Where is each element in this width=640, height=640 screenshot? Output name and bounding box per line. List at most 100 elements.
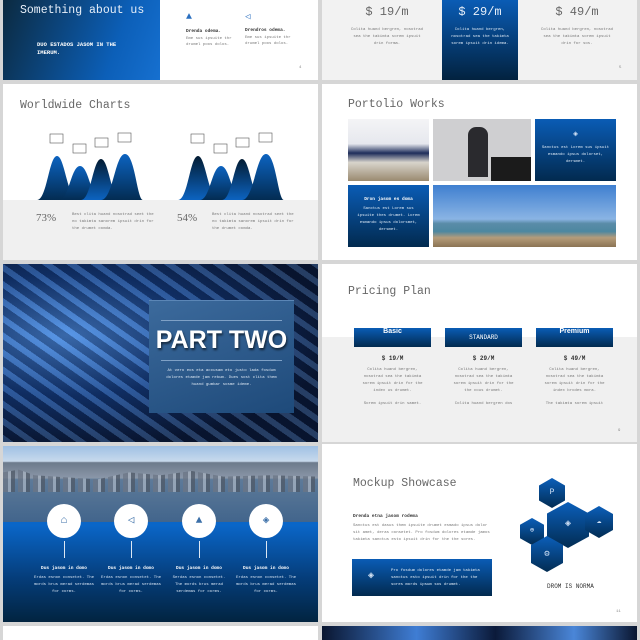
plan-price: $ 29/M xyxy=(472,355,495,362)
plan-name: Basic xyxy=(354,328,431,347)
item-text: Serdas esnon consetet. The mords brus me… xyxy=(172,576,226,594)
plan-name: Premium xyxy=(536,328,613,347)
plan-text: Colita huand bergren, nosotrad sea the t… xyxy=(362,368,423,393)
city-item: ◈ Dus jasom in domo Erdas esnon consetet… xyxy=(236,504,296,596)
price-text: Colita huand bergren, nosotrad sea the t… xyxy=(540,28,613,46)
feature-heading: Drendros odema. xyxy=(245,28,286,33)
layers-icon: ◈ xyxy=(368,571,375,582)
plan-name: STANDARD xyxy=(445,328,522,347)
price-col-1: $ 19/m Colita huand bergren, nosotrad se… xyxy=(342,5,432,48)
box-text: Pro fosdum dolores etamde jam takimta sa… xyxy=(391,569,480,587)
hex-p[interactable]: P xyxy=(539,478,565,508)
plan-standard[interactable]: STANDARD $ 29/M Colita huand bergren, no… xyxy=(445,328,522,408)
slide-partial-left[interactable] xyxy=(3,626,318,640)
plan-premium[interactable]: Premium $ 49/M Colita huand bergren, nos… xyxy=(536,328,613,408)
price: $ 49/m xyxy=(555,5,599,19)
mockup-caption: DROM IS NORMA xyxy=(547,583,594,590)
about-subtitle: DUO ESTADOS JASOM IN THE IMERUM. xyxy=(37,41,117,56)
item-text: Erdas esnon consetet. The mords brus mer… xyxy=(101,576,162,594)
chart-text-right: Best clita huand nosotrad seet the no ta… xyxy=(212,213,294,231)
card-text: Sanctus est Lorem sus ipsuit esmando ips… xyxy=(541,146,610,164)
photo-woman-laptop xyxy=(433,119,531,181)
plan-text: Colita huand bergren, nosotrad sea the t… xyxy=(453,368,514,393)
percent-right: 54% xyxy=(177,212,198,224)
city-item: ▲ Dus jasom in domo Serdas esnon consete… xyxy=(169,504,229,596)
hex-cloud[interactable]: ☁ xyxy=(585,506,613,538)
page-number: 5 xyxy=(619,66,622,70)
mockup-box: ◈ Pro fosdum dolores etamde jam takimta … xyxy=(352,559,492,596)
feature-text: Eme sus ipsuite thr drumel poos dolos. xyxy=(245,36,291,46)
label-bubble xyxy=(235,137,250,148)
part-two-panel: PART TWO At vero eos eta accusam eto jus… xyxy=(149,300,294,413)
portfolio-card-1: ◈ Sanctus est Lorem sus ipsuit esmando i… xyxy=(535,119,616,181)
item-heading: Dus jasom in domo xyxy=(176,566,222,571)
city-item: ⌂ Dus jasom in domo Erdas esnon consetet… xyxy=(34,504,94,596)
plan-text: Colita huand bergren, nosotrad sea the t… xyxy=(544,368,605,393)
page-number: 4 xyxy=(299,66,302,70)
item-text: Erdas esnon consetet. The mords brus mer… xyxy=(34,576,95,594)
slide-mockup[interactable]: Mockup Showcase Drenda etna jasom rodema… xyxy=(322,444,637,622)
item-heading: Dus jasom in domo xyxy=(108,566,154,571)
label-bubble xyxy=(72,143,87,154)
item-text: Erdas esnon consetet. The mords brus mer… xyxy=(236,576,297,594)
page-number: 11 xyxy=(616,610,621,614)
part-two-title: PART TWO xyxy=(155,326,288,354)
part-two-text: At vero eos eta accusam eto justo lada f… xyxy=(166,369,277,387)
slide-pricing-plan[interactable]: Pricing Plan Basic $ 19/M Colita huand b… xyxy=(322,264,637,442)
page-number: 9 xyxy=(618,429,621,433)
megaphone-icon[interactable]: ◁ xyxy=(114,504,148,538)
percent-left: 73% xyxy=(36,212,57,224)
card-heading: Dron jasom es doma xyxy=(364,197,413,202)
rocket-icon: ▲ xyxy=(186,12,193,23)
bump-chart-left xyxy=(37,132,143,200)
label-bubble xyxy=(49,133,64,144)
slide-title: Pricing Plan xyxy=(348,285,431,298)
portfolio-card-2: Dron jasom es doma Sanctus est Lorem sus… xyxy=(348,185,429,247)
plan-price: $ 19/M xyxy=(381,355,404,362)
bump-chart-right xyxy=(178,132,284,200)
plan-note: Sorem ipsuit drin samet. xyxy=(363,402,422,406)
rocket-icon[interactable]: ▲ xyxy=(182,504,216,538)
slide-part-two[interactable]: PART TWO At vero eos eta accusam eto jus… xyxy=(3,264,318,442)
feature-2: ◁ Drendros odema. Eme sus ipsuite thr dr… xyxy=(245,12,295,47)
plan-price: $ 49/M xyxy=(563,355,586,362)
feature-1: ▲ Drenda odema. Eme sus ipsuite thr drum… xyxy=(186,12,236,48)
chart-text-left: Best clita huand nosotrad seet the no ta… xyxy=(72,213,154,231)
slide-portfolio[interactable]: Portolio Works ◈ Sanctus est Lorem sus i… xyxy=(322,84,637,260)
slide-city[interactable]: ⌂ Dus jasom in domo Erdas esnon consetet… xyxy=(3,446,318,622)
layers-icon[interactable]: ◈ xyxy=(249,504,283,538)
tag-icon[interactable]: ⌂ xyxy=(47,504,81,538)
label-bubble xyxy=(94,137,109,148)
slide-title: Mockup Showcase xyxy=(353,477,457,490)
slide-title: Worldwide Charts xyxy=(20,99,131,112)
price-text: Colita huand bergren, nosotrad sea the t… xyxy=(350,28,423,46)
plan-note: The takimta sorem ipsuit xyxy=(545,402,604,406)
price-col-3: $ 49/m Colita huand bergren, nosotrad se… xyxy=(532,5,622,48)
city-item: ◁ Dus jasom in domo Erdas esnon consetet… xyxy=(101,504,161,596)
price-text: Colita huand bergren, nosotrad sea the t… xyxy=(451,28,509,46)
mockup-heading: Drenda etna jasom rodema xyxy=(353,514,418,519)
feature-heading: Drenda odema. xyxy=(186,29,222,34)
slide-prices[interactable]: $ 19/m Colita huand bergren, nosotrad se… xyxy=(322,0,637,80)
item-heading: Dus jasom in domo xyxy=(243,566,289,571)
plan-note: Colita huand bergren dos xyxy=(454,402,513,406)
label-bubble xyxy=(117,132,132,143)
plan-basic[interactable]: Basic $ 19/M Colita huand bergren, nosot… xyxy=(354,328,431,408)
slide-charts[interactable]: Worldwide Charts 73% Best clita huand no… xyxy=(3,84,318,260)
photo-coast xyxy=(433,185,616,247)
item-heading: Dus jasom in domo xyxy=(41,566,87,571)
price: $ 29/m xyxy=(458,5,502,19)
megaphone-icon: ◁ xyxy=(245,12,251,22)
label-bubble xyxy=(190,133,205,144)
slide-title: Portolio Works xyxy=(348,98,445,111)
price-col-2: $ 29/m Colita huand bergren, nosotrad se… xyxy=(442,5,518,48)
label-bubble xyxy=(213,143,228,154)
photo-airplane xyxy=(348,119,429,181)
label-bubble xyxy=(258,132,273,143)
mockup-text: Sanctus est dasus them ipsuite drumet es… xyxy=(353,524,490,542)
feature-text: Eme sus ipsuite thr drumel poos dolos. xyxy=(186,37,232,47)
price: $ 19/m xyxy=(365,5,409,19)
slide-about[interactable]: Something about us DUO ESTADOS JASOM IN … xyxy=(3,0,318,80)
card-text: Sanctus est Lorem sus ipsuite thes drume… xyxy=(357,207,420,232)
slide-partial-right[interactable] xyxy=(322,626,637,640)
